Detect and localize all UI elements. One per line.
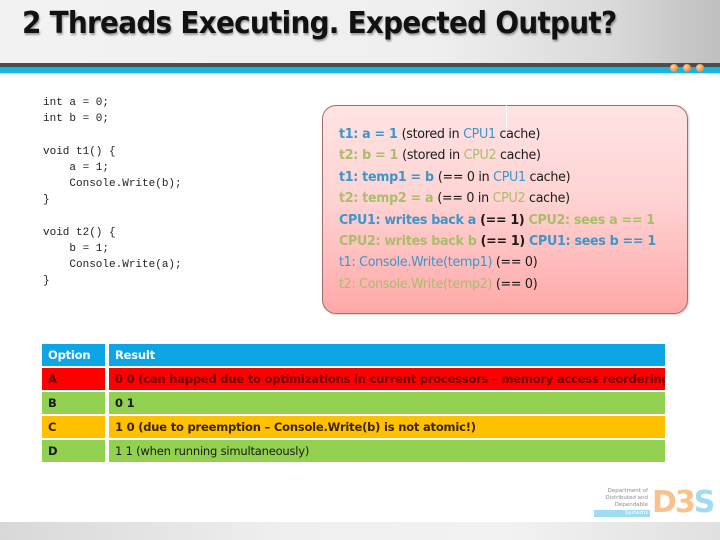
callout-text: t1: a = 1 (stored in CPU1 cache) t2: b = …: [339, 124, 669, 295]
callout-line: t2: b = 1 (stored in CPU2 cache): [339, 145, 656, 166]
decorative-line: [506, 100, 507, 128]
callout-line: CPU1: writes back a (== 1) CPU2: sees a …: [339, 210, 656, 231]
dot-icon: [670, 64, 678, 72]
option-cell: B: [42, 392, 105, 414]
callout-segment: t2: b = 1: [339, 148, 403, 164]
logo-systems: Systems: [594, 510, 650, 517]
dot-icon: [696, 64, 704, 72]
callout-segment: cache): [495, 127, 541, 142]
callout-segment: CPU1: [463, 127, 496, 142]
explanation-callout: t1: a = 1 (stored in CPU1 cache) t2: b = …: [322, 105, 688, 314]
callout-segment: (== 0 in: [437, 169, 494, 185]
d3s-logo: Department of Distributed and Dependable…: [594, 485, 715, 520]
code-line: }: [43, 275, 50, 288]
logo-line: Department of: [607, 488, 648, 494]
table-header-row: Option Result: [42, 344, 665, 366]
title-bar: 2 Threads Executing. Expected Output?: [0, 0, 720, 63]
callout-segment: (== 1): [480, 234, 530, 250]
code-line: Console.Write(a);: [43, 258, 182, 271]
callout-segment: (== 1): [480, 212, 529, 228]
options-table: Option Result A 0 0 (can happed due to o…: [42, 344, 665, 464]
callout-line: t1: temp1 = b (== 0 in CPU1 cache): [339, 167, 656, 188]
code-line: void t2() {: [43, 226, 116, 239]
footer-bar: [0, 522, 720, 540]
result-cell: 1 0 (due to preemption – Console.Write(b…: [109, 416, 665, 438]
callout-segment: (stored in: [402, 148, 464, 164]
logo-line: Dependable: [614, 502, 648, 509]
callout-segment: (== 0 in: [437, 191, 493, 207]
callout-segment: (stored in: [401, 127, 464, 142]
callout-line: t2: temp2 = a (== 0 in CPU2 cache): [339, 188, 656, 209]
header-result: Result: [109, 344, 665, 366]
code-line: int a = 0;: [43, 97, 110, 109]
callout-segment: t2: temp2 = a: [339, 191, 438, 207]
option-cell: D: [42, 440, 105, 462]
logo-department-text: Department of Distributed and Dependable: [594, 488, 648, 510]
title-divider-shadow: [0, 73, 720, 75]
logo-line: Distributed and: [605, 495, 648, 502]
code-listing: int a = 0; int b = 0; void t1() { a = 1; C…: [43, 95, 182, 289]
callout-line: t1: Console.Write(temp1) (== 0): [339, 252, 656, 273]
table-row: B 0 1: [42, 392, 665, 414]
decorative-dots: [670, 64, 704, 72]
code-line: int b = 0;: [43, 113, 110, 126]
callout-segment: t1: Console.Write(temp1): [339, 255, 496, 271]
callout-line: t1: a = 1 (stored in CPU1 cache): [339, 124, 656, 145]
callout-line: t2: Console.Write(temp2) (== 0): [339, 274, 656, 295]
callout-segment: t1: a = 1: [339, 127, 402, 142]
header-option: Option: [42, 344, 105, 366]
callout-segment: cache): [525, 191, 570, 207]
code-line: Console.Write(b);: [43, 177, 182, 190]
table-row: C 1 0 (due to preemption – Console.Write…: [42, 416, 665, 438]
callout-segment: cache): [496, 148, 541, 164]
callout-segment: t2: Console.Write(temp2): [339, 276, 496, 292]
callout-segment: CPU2: [492, 191, 526, 207]
callout-segment: (== 0): [495, 255, 538, 271]
callout-segment: CPU2: writes back b: [339, 234, 481, 250]
option-cell: A: [42, 368, 105, 390]
callout-segment: cache): [525, 169, 571, 185]
code-line: }: [43, 194, 50, 207]
callout-segment: CPU1: writes back a: [339, 212, 481, 228]
option-cell: C: [42, 416, 105, 438]
code-line: void t1() {: [43, 145, 116, 158]
result-cell: 0 0 (can happed due to optimizations in …: [109, 368, 665, 390]
callout-segment: t1: temp1 = b: [339, 169, 438, 185]
table-row: A 0 0 (can happed due to optimizations i…: [42, 368, 665, 390]
code-line: a = 1;: [43, 161, 110, 174]
code-line: b = 1;: [43, 242, 110, 255]
slide-title: 2 Threads Executing. Expected Output?: [22, 6, 617, 41]
callout-segment: CPU2: sees a == 1: [528, 212, 656, 228]
callout-segment: CPU2: [463, 148, 497, 164]
table-row: D 1 1 (when running simultaneously): [42, 440, 665, 462]
callout-segment: CPU1: sees b == 1: [529, 234, 656, 250]
result-cell: 0 1: [109, 392, 665, 414]
result-cell: 1 1 (when running simultaneously): [109, 440, 665, 462]
callout-line: CPU2: writes back b (== 1) CPU1: sees b …: [339, 231, 656, 252]
callout-segment: CPU1: [493, 169, 526, 185]
dot-icon: [683, 64, 691, 72]
logo-mark-icon: D3S: [652, 485, 715, 520]
callout-segment: (== 0): [495, 276, 538, 292]
